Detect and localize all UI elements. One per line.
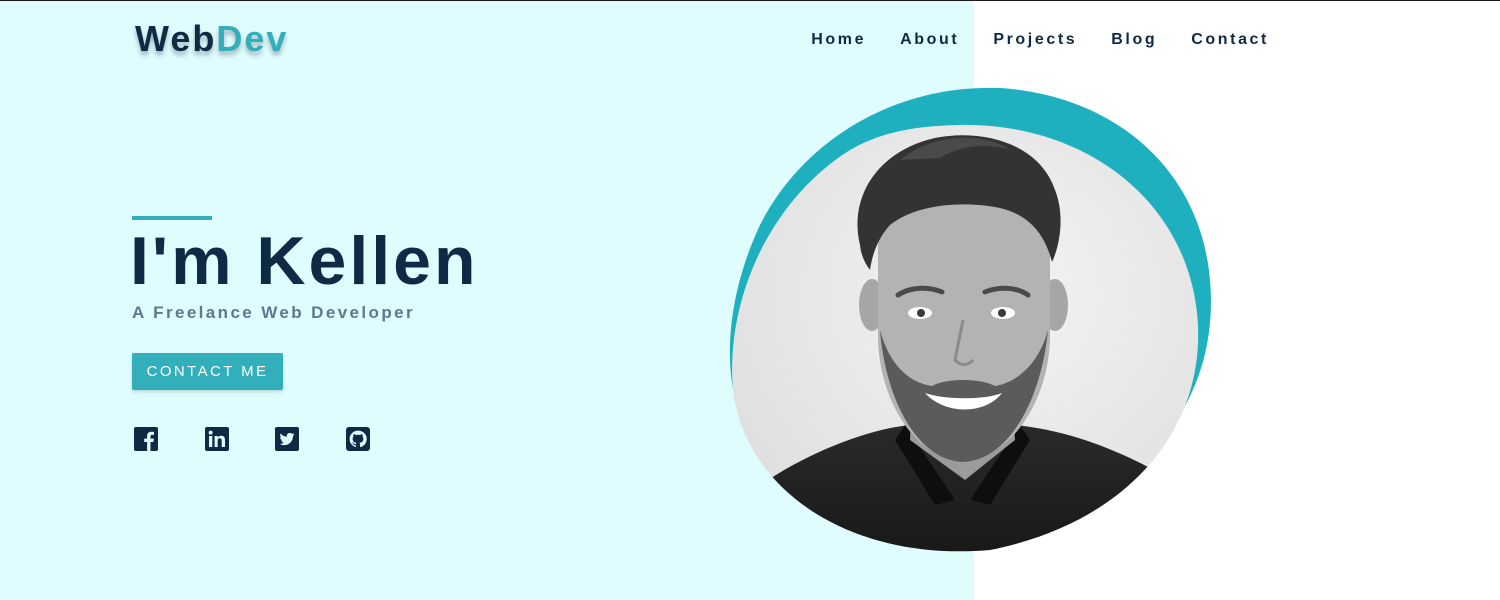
github-icon[interactable] xyxy=(346,427,370,451)
twitter-icon[interactable] xyxy=(275,427,299,451)
site-logo[interactable]: WebDev xyxy=(135,18,288,60)
main-nav: Home About Projects Blog Contact xyxy=(811,31,1269,49)
logo-part-web: Web xyxy=(135,18,217,59)
nav-link-blog[interactable]: Blog xyxy=(1111,31,1157,49)
contact-me-button[interactable]: CONTACT ME xyxy=(132,353,283,390)
profile-photo xyxy=(730,85,1220,560)
nav-link-contact[interactable]: Contact xyxy=(1191,31,1269,49)
linkedin-icon[interactable] xyxy=(205,427,229,451)
hero-subtitle: A Freelance Web Developer xyxy=(132,303,415,322)
nav-link-home[interactable]: Home xyxy=(811,31,866,49)
facebook-icon[interactable] xyxy=(134,427,158,451)
logo-part-dev: Dev xyxy=(216,18,289,59)
nav-link-projects[interactable]: Projects xyxy=(993,31,1077,49)
hero-title: I'm Kellen xyxy=(130,223,479,299)
title-accent-line xyxy=(132,216,212,220)
nav-link-about[interactable]: About xyxy=(900,31,959,49)
